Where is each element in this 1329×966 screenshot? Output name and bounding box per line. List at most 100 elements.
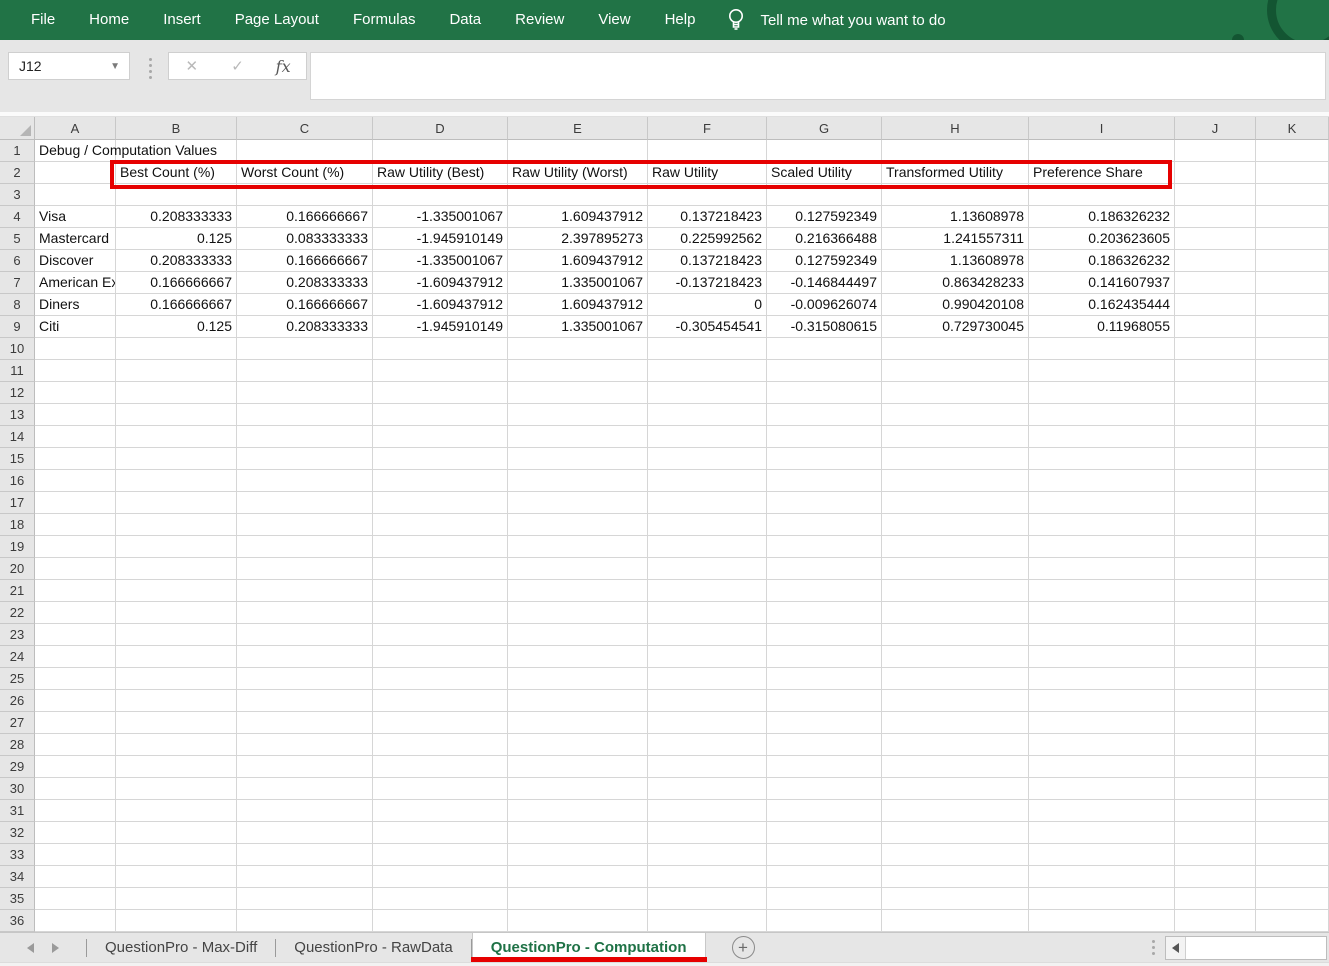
cell-value[interactable]: 0.166666667 xyxy=(237,294,372,316)
sheet-tab-questionpro-computation[interactable]: QuestionPro - Computation xyxy=(472,933,706,962)
cell-value[interactable]: 0.203623605 xyxy=(1029,228,1174,250)
cell-value[interactable]: 0.216366488 xyxy=(767,228,881,250)
cell-value[interactable]: 0.990420108 xyxy=(882,294,1028,316)
column-header-I[interactable]: I xyxy=(1029,117,1175,140)
cell-value[interactable]: 0.137218423 xyxy=(648,250,766,272)
column-header-B[interactable]: B xyxy=(116,117,237,140)
column-header-G[interactable]: G xyxy=(767,117,882,140)
ribbon-tab-data[interactable]: Data xyxy=(432,0,498,40)
row-header-8[interactable]: 8 xyxy=(0,294,35,316)
ribbon-tab-formulas[interactable]: Formulas xyxy=(336,0,433,40)
sheet-tab-questionpro-max-diff[interactable]: QuestionPro - Max-Diff xyxy=(87,933,275,962)
row-header-2[interactable]: 2 xyxy=(0,162,35,184)
row-header-5[interactable]: 5 xyxy=(0,228,35,250)
cell-label-citi[interactable]: Citi xyxy=(35,316,115,338)
cell-value[interactable]: 0.166666667 xyxy=(237,250,372,272)
cell-label-diners[interactable]: Diners xyxy=(35,294,115,316)
cell-value[interactable]: 2.397895273 xyxy=(508,228,647,250)
cell-value[interactable]: 1.335001067 xyxy=(508,272,647,294)
cell-grid[interactable]: Debug / Computation ValuesBest Count (%)… xyxy=(35,140,1329,932)
cell-value[interactable]: 0.166666667 xyxy=(237,206,372,228)
chevron-down-icon[interactable]: ▼ xyxy=(110,61,129,72)
cell-header-raw-utility-best-[interactable]: Raw Utility (Best) xyxy=(373,162,507,184)
row-header-34[interactable]: 34 xyxy=(0,866,35,888)
column-header-J[interactable]: J xyxy=(1175,117,1256,140)
cell-A1-title[interactable]: Debug / Computation Values xyxy=(35,140,455,162)
cell-value[interactable]: 1.241557311 xyxy=(882,228,1028,250)
cell-value[interactable]: 0.186326232 xyxy=(1029,250,1174,272)
ribbon-tab-view[interactable]: View xyxy=(581,0,647,40)
row-header-9[interactable]: 9 xyxy=(0,316,35,338)
cell-value[interactable]: 0.208333333 xyxy=(237,316,372,338)
row-header-31[interactable]: 31 xyxy=(0,800,35,822)
ribbon-tab-file[interactable]: File xyxy=(14,0,72,40)
row-header-22[interactable]: 22 xyxy=(0,602,35,624)
ribbon-tab-review[interactable]: Review xyxy=(498,0,581,40)
cell-header-raw-utility[interactable]: Raw Utility xyxy=(648,162,766,184)
cell-value[interactable]: 0.11968055 xyxy=(1029,316,1174,338)
row-header-20[interactable]: 20 xyxy=(0,558,35,580)
cell-value[interactable]: 1.13608978 xyxy=(882,206,1028,228)
cell-value[interactable]: 0.863428233 xyxy=(882,272,1028,294)
cell-value[interactable]: 0 xyxy=(648,294,766,316)
row-header-3[interactable]: 3 xyxy=(0,184,35,206)
insert-function-icon[interactable]: fx xyxy=(268,57,298,76)
row-header-35[interactable]: 35 xyxy=(0,888,35,910)
cell-value[interactable]: -1.945910149 xyxy=(373,316,507,338)
scroll-left-icon[interactable] xyxy=(1166,937,1186,959)
new-sheet-button[interactable]: + xyxy=(732,936,755,959)
cell-value[interactable]: 0.166666667 xyxy=(116,294,236,316)
cell-value[interactable]: -1.609437912 xyxy=(373,272,507,294)
row-header-12[interactable]: 12 xyxy=(0,382,35,404)
cell-value[interactable]: 0.125 xyxy=(116,228,236,250)
enter-icon[interactable]: ✓ xyxy=(222,57,252,75)
row-header-17[interactable]: 17 xyxy=(0,492,35,514)
ribbon-tab-home[interactable]: Home xyxy=(72,0,146,40)
cell-value[interactable]: -1.335001067 xyxy=(373,206,507,228)
row-header-15[interactable]: 15 xyxy=(0,448,35,470)
row-header-18[interactable]: 18 xyxy=(0,514,35,536)
row-header-21[interactable]: 21 xyxy=(0,580,35,602)
row-header-13[interactable]: 13 xyxy=(0,404,35,426)
column-header-A[interactable]: A xyxy=(35,117,116,140)
cell-value[interactable]: 1.335001067 xyxy=(508,316,647,338)
cell-value[interactable]: -0.009626074 xyxy=(767,294,881,316)
column-header-E[interactable]: E xyxy=(508,117,648,140)
ribbon-tab-help[interactable]: Help xyxy=(648,0,713,40)
cell-value[interactable]: 1.13608978 xyxy=(882,250,1028,272)
row-header-29[interactable]: 29 xyxy=(0,756,35,778)
cell-value[interactable]: 0.166666667 xyxy=(116,272,236,294)
column-header-H[interactable]: H xyxy=(882,117,1029,140)
cell-value[interactable]: 0.225992562 xyxy=(648,228,766,250)
ribbon-tab-page-layout[interactable]: Page Layout xyxy=(218,0,336,40)
cell-label-american-express[interactable]: American Express xyxy=(35,272,115,294)
sheet-tab-questionpro-rawdata[interactable]: QuestionPro - RawData xyxy=(276,933,470,962)
formula-bar-grip[interactable] xyxy=(149,58,152,79)
cell-value[interactable]: 0.127592349 xyxy=(767,206,881,228)
row-header-7[interactable]: 7 xyxy=(0,272,35,294)
row-header-10[interactable]: 10 xyxy=(0,338,35,360)
cell-value[interactable]: -0.305454541 xyxy=(648,316,766,338)
row-header-24[interactable]: 24 xyxy=(0,646,35,668)
horizontal-scrollbar[interactable] xyxy=(1165,936,1327,960)
cell-value[interactable]: 0.125 xyxy=(116,316,236,338)
tabbar-grip[interactable] xyxy=(1152,940,1155,955)
row-header-28[interactable]: 28 xyxy=(0,734,35,756)
row-header-1[interactable]: 1 xyxy=(0,140,35,162)
row-header-30[interactable]: 30 xyxy=(0,778,35,800)
row-header-36[interactable]: 36 xyxy=(0,910,35,932)
cell-value[interactable]: 0.208333333 xyxy=(237,272,372,294)
tell-me-box[interactable]: Tell me what you want to do xyxy=(726,0,945,40)
cell-value[interactable]: -0.137218423 xyxy=(648,272,766,294)
cell-value[interactable]: -1.945910149 xyxy=(373,228,507,250)
sheet-nav-right-icon[interactable] xyxy=(52,943,59,953)
cell-value[interactable]: -1.335001067 xyxy=(373,250,507,272)
cancel-icon[interactable]: ✕ xyxy=(177,57,207,75)
cell-header-best-count-[interactable]: Best Count (%) xyxy=(116,162,236,184)
formula-input[interactable] xyxy=(310,52,1326,100)
cell-value[interactable]: -1.609437912 xyxy=(373,294,507,316)
row-header-27[interactable]: 27 xyxy=(0,712,35,734)
cell-value[interactable]: 1.609437912 xyxy=(508,250,647,272)
row-header-25[interactable]: 25 xyxy=(0,668,35,690)
cell-value[interactable]: 0.186326232 xyxy=(1029,206,1174,228)
